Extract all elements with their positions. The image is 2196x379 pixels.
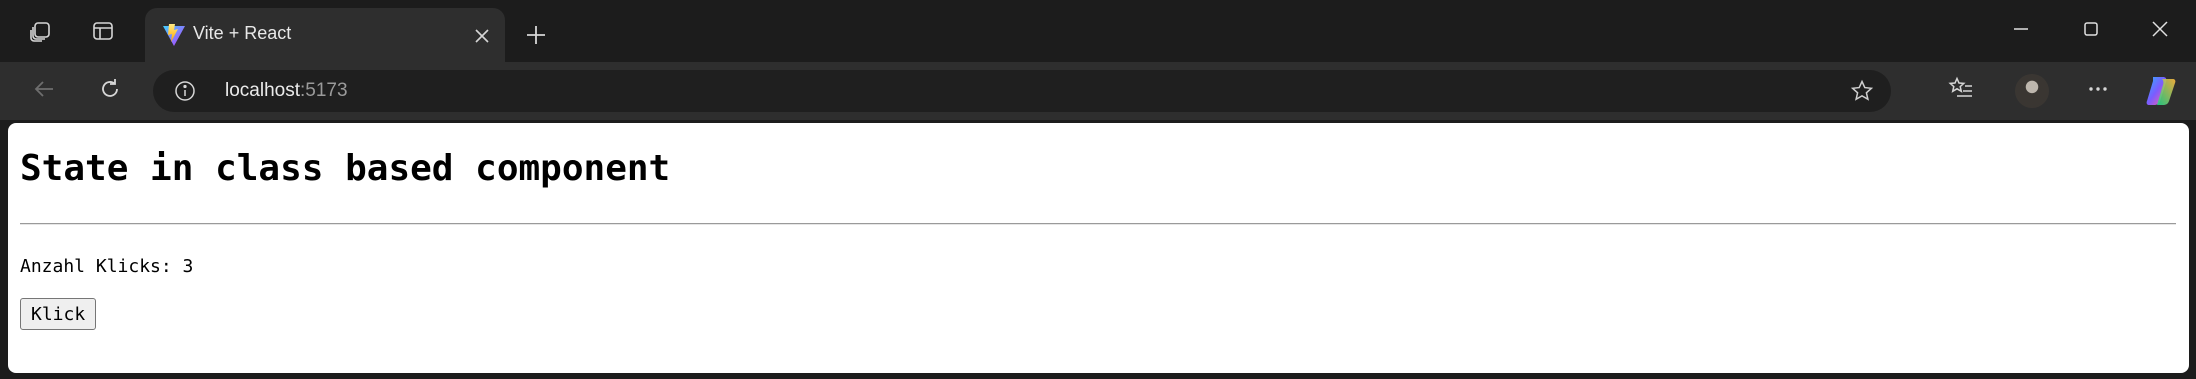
favorites-button[interactable] xyxy=(1943,73,1979,109)
more-button[interactable] xyxy=(2080,73,2116,109)
close-window-button[interactable] xyxy=(2143,14,2177,48)
minimize-button[interactable] xyxy=(2004,14,2038,48)
close-window-icon xyxy=(2151,20,2169,42)
page-title: State in class based component xyxy=(20,148,671,189)
favorites-list-icon xyxy=(1948,76,1974,106)
new-tab-button[interactable] xyxy=(520,21,552,53)
klick-button[interactable]: Klick xyxy=(20,298,97,330)
tab-title: Vite + React xyxy=(193,23,292,43)
url-text[interactable]: localhost:5173 xyxy=(225,80,348,102)
url-host: localhost xyxy=(225,80,300,101)
more-icon xyxy=(2086,77,2110,105)
address-bar[interactable]: localhost:5173 xyxy=(153,70,1891,112)
copilot-icon[interactable] xyxy=(2143,73,2179,109)
star-icon[interactable] xyxy=(1849,78,1875,104)
info-icon[interactable] xyxy=(173,79,197,103)
maximize-icon xyxy=(2082,20,2100,42)
refresh-button[interactable] xyxy=(92,73,128,109)
page-viewport: State in class based component Anzahl Kl… xyxy=(8,123,2189,373)
vite-logo-icon xyxy=(161,22,187,48)
close-icon[interactable] xyxy=(471,25,493,47)
browser-window: Vite + React localhost:5173 State in cla… xyxy=(0,0,2196,379)
back-arrow-icon xyxy=(32,77,56,105)
divider xyxy=(20,223,2176,225)
refresh-icon xyxy=(98,77,122,105)
plus-icon xyxy=(525,24,547,50)
url-port: :5173 xyxy=(300,80,348,101)
click-count-text: Anzahl Klicks: 3 xyxy=(20,256,194,277)
navigation-bar: localhost:5173 xyxy=(0,62,2196,120)
back-button[interactable] xyxy=(26,73,62,109)
tab-actions-icon[interactable] xyxy=(89,17,117,45)
workspaces-icon[interactable] xyxy=(27,17,55,45)
avatar[interactable] xyxy=(2015,74,2049,108)
active-tab[interactable]: Vite + React xyxy=(145,8,505,62)
minimize-icon xyxy=(2012,20,2030,42)
tab-strip: Vite + React xyxy=(0,0,2196,62)
maximize-button[interactable] xyxy=(2074,14,2108,48)
